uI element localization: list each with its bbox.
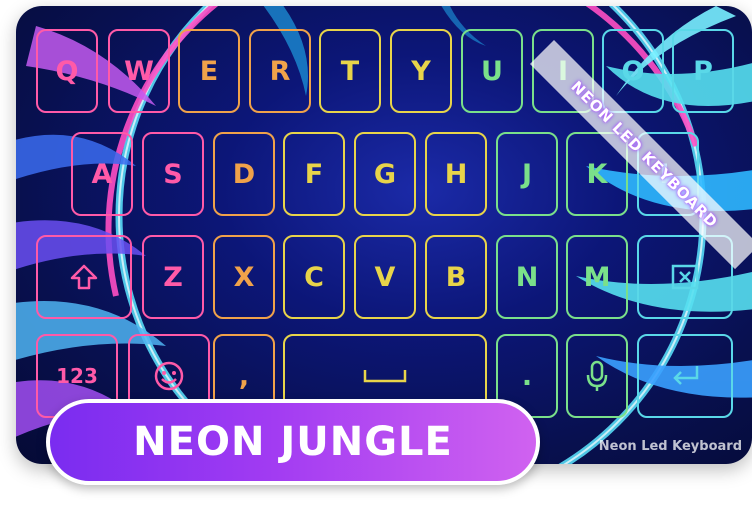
theme-title-badge: NEON JUNGLE <box>46 399 540 485</box>
mic-icon <box>586 360 608 391</box>
key-z[interactable]: Z <box>142 235 204 319</box>
key-x[interactable]: X <box>213 235 275 319</box>
key-u[interactable]: U <box>461 29 523 113</box>
shift-icon <box>70 264 98 290</box>
key-c[interactable]: C <box>283 235 345 319</box>
shift-key[interactable] <box>36 235 132 319</box>
watermark-text: Neon Led Keyboard <box>598 439 742 454</box>
key-p[interactable]: P <box>672 29 734 113</box>
key-f[interactable]: F <box>283 132 345 216</box>
key-r[interactable]: R <box>249 29 311 113</box>
key-t[interactable]: T <box>319 29 381 113</box>
enter-icon <box>673 366 699 385</box>
mic-key[interactable] <box>566 334 628 418</box>
key-j[interactable]: J <box>496 132 558 216</box>
key-e[interactable]: E <box>178 29 240 113</box>
key-b[interactable]: B <box>425 235 487 319</box>
key-d[interactable]: D <box>213 132 275 216</box>
key-m[interactable]: M <box>566 235 628 319</box>
key-v[interactable]: V <box>354 235 416 319</box>
key-q[interactable]: Q <box>36 29 98 113</box>
key-n[interactable]: N <box>496 235 558 319</box>
key-w[interactable]: W <box>108 29 170 113</box>
backspace-icon <box>671 264 699 290</box>
key-h[interactable]: H <box>425 132 487 216</box>
enter-key[interactable] <box>637 334 733 418</box>
keyboard-theme-preview: Q W E R T Y U I O P A S D F G H J K L Z … <box>16 6 752 464</box>
emoji-icon <box>154 361 184 391</box>
space-icon <box>363 370 407 383</box>
key-s[interactable]: S <box>142 132 204 216</box>
key-a[interactable]: A <box>71 132 133 216</box>
theme-title: NEON JUNGLE <box>133 419 453 465</box>
key-y[interactable]: Y <box>390 29 452 113</box>
key-g[interactable]: G <box>354 132 416 216</box>
